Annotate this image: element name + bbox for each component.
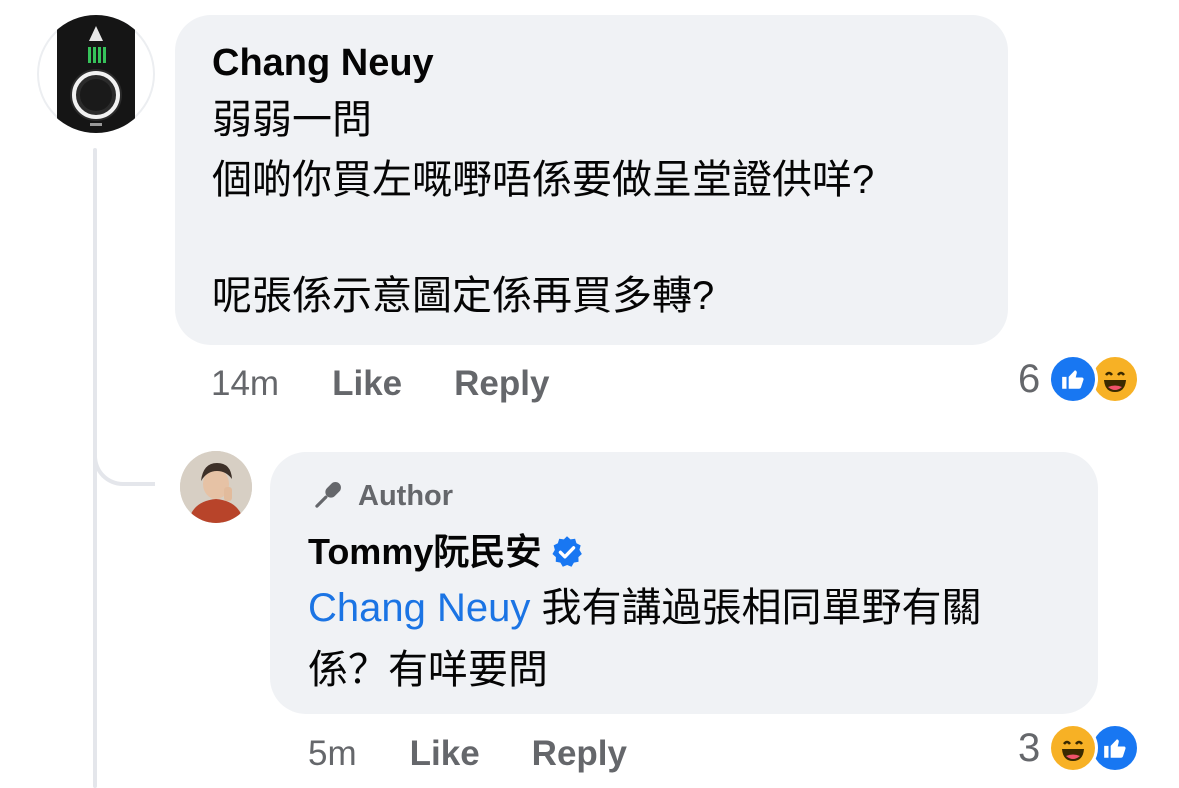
- verified-badge-icon: [552, 536, 583, 567]
- mention-link[interactable]: Chang Neuy: [308, 586, 530, 630]
- like-reaction-icon: [1048, 354, 1099, 404]
- audio-interface-avatar-icon: [57, 15, 135, 133]
- reaction-count: 3: [1018, 725, 1041, 770]
- avatar[interactable]: [180, 451, 252, 523]
- author-badge: Author: [308, 476, 453, 516]
- profile-photo-icon: [180, 451, 252, 523]
- reply-reaction-summary[interactable]: 3: [1018, 723, 1141, 773]
- comment-author-name[interactable]: Chang Neuy: [212, 41, 434, 85]
- haha-reaction-icon: [1048, 723, 1099, 773]
- avatar[interactable]: [37, 15, 155, 133]
- reply-button[interactable]: Reply: [532, 734, 627, 774]
- reply-author-name[interactable]: Tommy阮民安: [308, 530, 541, 574]
- microphone-icon: [315, 482, 341, 508]
- reply-text-line: 係？有咩要問: [308, 648, 548, 692]
- reply-timestamp[interactable]: 5m: [308, 734, 357, 774]
- reaction-count: 6: [1018, 356, 1041, 401]
- comment-text-line: 弱弱一問: [212, 98, 372, 142]
- reply-connector: [93, 420, 155, 486]
- reaction-summary[interactable]: 6: [1018, 354, 1141, 404]
- comment-timestamp[interactable]: 14m: [211, 364, 279, 404]
- reply-actions: 5m Like Reply: [308, 732, 627, 776]
- like-button[interactable]: Like: [332, 364, 402, 404]
- reply-button[interactable]: Reply: [454, 364, 549, 404]
- comment-text-line: 呢張係示意圖定係再買多轉?: [212, 274, 715, 318]
- comment-actions: 14m Like Reply: [211, 362, 549, 406]
- comment-text-line: 個啲你買左嘅嘢唔係要做呈堂證供咩?: [212, 158, 875, 202]
- author-badge-label: Author: [358, 479, 454, 512]
- reply-text-rest: 我有講過張相同單野有關: [530, 586, 982, 630]
- reply-author-row: Tommy阮民安: [308, 530, 585, 574]
- reply-text-line: Chang Neuy 我有講過張相同單野有關: [308, 578, 982, 638]
- like-button[interactable]: Like: [410, 734, 480, 774]
